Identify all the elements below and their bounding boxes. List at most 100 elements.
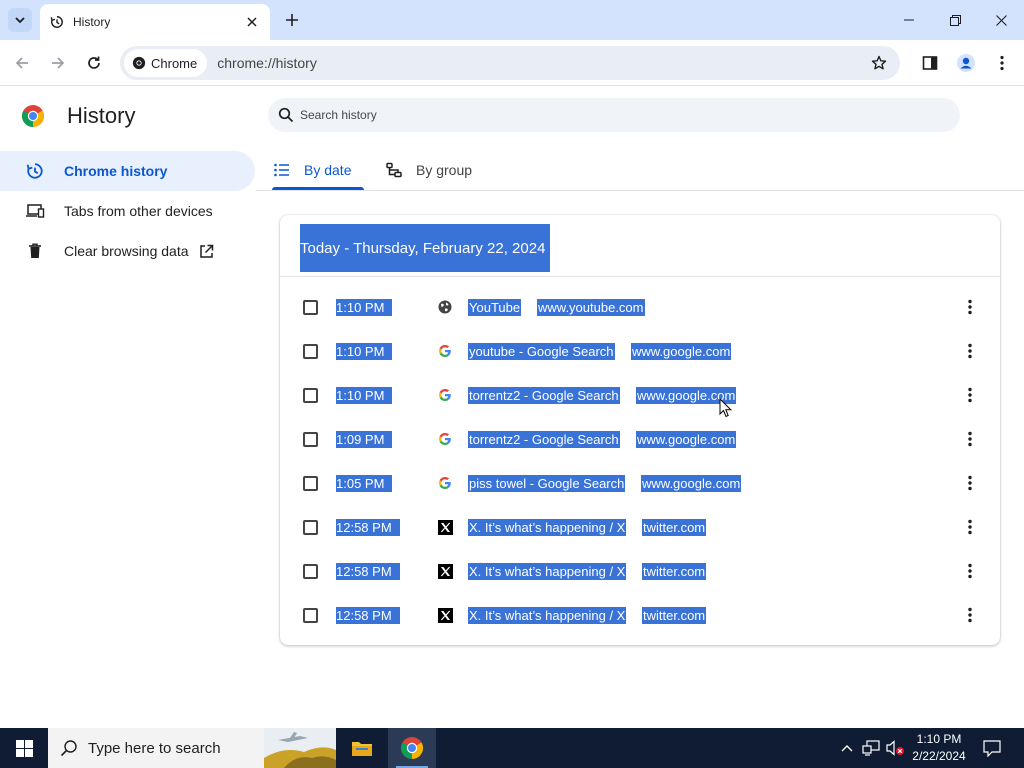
row-more-actions-button[interactable] <box>960 295 980 319</box>
external-link-icon <box>199 244 214 259</box>
chevron-up-icon <box>841 745 853 752</box>
globe-icon <box>437 299 453 315</box>
browser-tab-history[interactable]: History <box>40 4 270 40</box>
avatar-icon <box>957 54 975 72</box>
forward-button[interactable] <box>46 51 70 75</box>
minimize-icon <box>904 19 914 21</box>
history-row[interactable]: 12:58 PM X. It’s what’s happening / X twit… <box>280 593 1000 637</box>
sidebar-item-label: Chrome history <box>64 163 168 179</box>
taskbar-search-box[interactable]: Type here to search <box>48 728 336 768</box>
row-more-actions-button[interactable] <box>960 383 980 407</box>
notifications-button[interactable] <box>978 728 1006 768</box>
row-more-actions-button[interactable] <box>960 427 980 451</box>
volume-button[interactable] <box>884 728 906 768</box>
arrow-right-icon <box>52 57 65 69</box>
plus-icon <box>286 14 298 26</box>
history-row[interactable]: 1:10 PM torrentz2 - Google Search www.goog… <box>280 373 1000 417</box>
row-checkbox[interactable] <box>303 563 318 579</box>
start-button[interactable] <box>0 728 48 768</box>
close-tab-icon[interactable] <box>244 14 260 30</box>
history-row[interactable]: 1:10 PM youtube - Google Search www.google… <box>280 329 1000 373</box>
search-history-box[interactable] <box>268 98 960 132</box>
page-domain: twitter.com <box>642 562 707 580</box>
visit-time: 1:09 PM <box>336 430 393 448</box>
new-tab-button[interactable] <box>282 10 302 30</box>
address-bar[interactable]: Chrome chrome://history <box>120 46 900 80</box>
x-icon <box>437 563 453 579</box>
chrome-menu-button[interactable] <box>990 51 1014 75</box>
sidebar-item-chrome-history[interactable]: Chrome history <box>0 151 255 191</box>
close-window-button[interactable] <box>978 0 1024 40</box>
row-checkbox[interactable] <box>303 343 318 359</box>
row-more-actions-button[interactable] <box>960 559 980 583</box>
profile-button[interactable] <box>954 51 978 75</box>
x-icon <box>437 607 453 623</box>
row-checkbox[interactable] <box>303 607 318 623</box>
taskbar-clock[interactable]: 1:10 PM 2/22/2024 <box>905 731 973 765</box>
network-button[interactable] <box>860 728 882 768</box>
browser-toolbar: Chrome chrome://history <box>0 40 1024 86</box>
row-checkbox[interactable] <box>303 431 318 447</box>
visit-time: 1:05 PM <box>336 474 393 492</box>
row-more-actions-button[interactable] <box>960 515 980 539</box>
sidebar-item-tabs-other-devices[interactable]: Tabs from other devices <box>0 191 255 231</box>
history-row[interactable]: 1:05 PM piss towel - Google Search www.goo… <box>280 461 1000 505</box>
minimize-button[interactable] <box>886 0 932 40</box>
page-title: History <box>67 103 136 128</box>
history-icon <box>50 16 63 28</box>
star-icon <box>871 55 887 70</box>
windows-taskbar: Type here to search 1:10 PM 2/22/2024 <box>0 728 1024 768</box>
row-more-actions-button[interactable] <box>960 603 980 627</box>
visit-time: 1:10 PM <box>336 386 393 404</box>
back-button[interactable] <box>10 51 34 75</box>
kebab-menu-icon <box>968 475 972 491</box>
page-domain: twitter.com <box>642 606 707 624</box>
card-divider <box>280 276 1000 277</box>
history-row[interactable]: 12:58 PM X. It’s what’s happening / X twit… <box>280 549 1000 593</box>
history-icon <box>24 160 46 182</box>
visit-time: 1:10 PM <box>336 298 393 316</box>
sidebar-item-label: Clear browsing data <box>64 243 189 259</box>
sidebar-item-clear-browsing-data[interactable]: Clear browsing data <box>0 231 255 271</box>
search-input[interactable] <box>300 108 900 122</box>
page-title-link[interactable]: X. It’s what’s happening / X <box>468 562 627 580</box>
kebab-menu-icon <box>968 431 972 447</box>
show-hidden-icons-button[interactable] <box>838 728 856 768</box>
page-title-link[interactable]: YouTube <box>468 298 522 316</box>
network-icon <box>862 740 880 756</box>
reload-button[interactable] <box>82 51 106 75</box>
row-more-actions-button[interactable] <box>960 471 980 495</box>
tab-by-date[interactable]: By date <box>274 150 351 190</box>
history-row[interactable]: 1:09 PM torrentz2 - Google Search www.goog… <box>280 417 1000 461</box>
row-more-actions-button[interactable] <box>960 339 980 363</box>
page-title-link[interactable]: X. It’s what’s happening / X <box>468 606 627 624</box>
google-icon <box>437 387 453 403</box>
row-checkbox[interactable] <box>303 475 318 491</box>
search-icon <box>60 740 77 757</box>
kebab-menu-icon <box>968 519 972 535</box>
taskbar-chrome[interactable] <box>388 728 436 768</box>
site-info-chip[interactable]: Chrome <box>124 49 208 77</box>
visit-time: 12:58 PM <box>336 606 400 624</box>
url-text[interactable]: chrome://history <box>217 55 864 71</box>
kebab-menu-icon <box>968 299 972 315</box>
history-row[interactable]: 12:58 PM X. It’s what’s happening / X twit… <box>280 505 1000 549</box>
google-icon <box>437 343 453 359</box>
taskbar-file-explorer[interactable] <box>338 728 386 768</box>
kebab-menu-icon <box>968 387 972 403</box>
page-title-link[interactable]: torrentz2 - Google Search <box>468 430 620 448</box>
tab-search-button[interactable] <box>8 8 32 32</box>
tab-by-group[interactable]: By group <box>386 150 472 190</box>
page-title-link[interactable]: torrentz2 - Google Search <box>468 386 620 404</box>
page-title-link[interactable]: piss towel - Google Search <box>468 474 626 492</box>
page-title-link[interactable]: youtube - Google Search <box>468 342 615 360</box>
bookmark-button[interactable] <box>864 48 894 78</box>
restore-button[interactable] <box>932 0 978 40</box>
side-panel-button[interactable] <box>918 51 942 75</box>
row-checkbox[interactable] <box>303 519 318 535</box>
row-checkbox[interactable] <box>303 299 318 315</box>
trash-icon <box>24 240 46 262</box>
page-title-link[interactable]: X. It’s what’s happening / X <box>468 518 627 536</box>
history-row[interactable]: 1:10 PM YouTube www.youtube.com <box>280 285 1000 329</box>
row-checkbox[interactable] <box>303 387 318 403</box>
